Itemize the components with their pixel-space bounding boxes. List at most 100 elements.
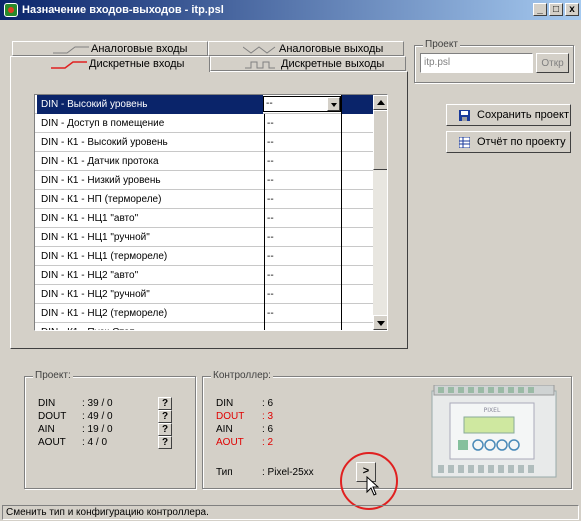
list-item-extra	[341, 152, 373, 171]
project-stat-key: DIN	[38, 398, 56, 409]
project-report-button[interactable]: Отчёт по проекту	[446, 131, 571, 153]
list-item[interactable]: DIN - Высокий уровень --	[35, 95, 373, 114]
help-button[interactable]: ?	[158, 397, 172, 410]
list-item[interactable]: DIN - К1 - НЦ1 "ручной" --	[35, 228, 373, 247]
list-item-value[interactable]: --	[264, 171, 340, 190]
tab-label: Дискретные входы	[89, 58, 185, 70]
list-item[interactable]: DIN - К1 - НЦ1 "авто" --	[35, 209, 373, 228]
report-table-icon	[459, 137, 470, 148]
list-item-name: DIN - К1 - Высокий уровень	[41, 137, 168, 148]
project-stat-value: : 19 / 0	[82, 424, 113, 435]
combobox-value: --	[266, 98, 273, 109]
list-item-extra	[341, 95, 373, 114]
highlight-circle	[340, 452, 398, 510]
list-item-value[interactable]	[264, 323, 340, 330]
project-stat-key: AOUT	[38, 437, 66, 448]
controller-stat-key: AOUT	[216, 437, 244, 448]
tab-analog-inputs[interactable]: Аналоговые входы	[12, 41, 208, 56]
app-icon	[4, 3, 18, 17]
tab-label: Аналоговые входы	[91, 43, 188, 55]
analog-wave-icon	[243, 46, 276, 54]
help-button[interactable]: ?	[158, 410, 172, 423]
list-item-value[interactable]: --	[264, 266, 340, 285]
list-item[interactable]: DIN - К1 - НЦ2 "ручной" --	[35, 285, 373, 304]
list-item-name: DIN - К1 - Пуск-Стоп	[37, 323, 263, 330]
project-file-input[interactable]: itp.psl	[420, 53, 533, 73]
scroll-thumb[interactable]	[373, 110, 387, 170]
tab-analog-outputs[interactable]: Аналоговые выходы	[208, 41, 404, 56]
maximize-button[interactable]: □	[549, 3, 563, 16]
project-stats-label: Проект:	[33, 370, 73, 381]
list-item-extra	[341, 209, 373, 228]
scroll-down-button[interactable]	[373, 315, 387, 330]
project-stat-value: : 4 / 0	[82, 437, 108, 448]
list-item[interactable]: DIN - К1 - Пуск-Стоп	[35, 323, 373, 330]
list-item[interactable]: DIN - К1 - НП (термореле) --	[35, 190, 373, 209]
project-stat-value: : 39 / 0	[82, 398, 113, 409]
scroll-up-button[interactable]	[373, 95, 387, 110]
list-item[interactable]: DIN - К1 - НЦ2 (термореле) --	[35, 304, 373, 323]
window-controls: _ □ x	[533, 3, 579, 16]
window-title: Назначение входов-выходов - itp.psl	[22, 4, 224, 16]
list-item-name: DIN - К1 - НЦ1 "ручной"	[41, 232, 150, 243]
list-item[interactable]: DIN - К1 - Высокий уровень --	[35, 133, 373, 152]
list-item-value[interactable]: --	[264, 152, 340, 171]
value-combobox[interactable]: --	[263, 96, 341, 112]
list-item-extra	[341, 190, 373, 209]
list-item-name: DIN - К1 - НЦ2 "авто"	[41, 270, 139, 281]
controller-type-label: Тип	[216, 467, 233, 478]
help-button[interactable]: ?	[158, 436, 172, 449]
list-item-value[interactable]: --	[264, 304, 340, 323]
list-item-extra	[341, 285, 373, 304]
list-item-name: DIN - Доступ в помещение	[41, 118, 165, 129]
list-item[interactable]: DIN - Доступ в помещение --	[35, 114, 373, 133]
save-project-button[interactable]: Сохранить проект	[446, 104, 571, 126]
list-item-value[interactable]: --	[264, 133, 340, 152]
list-item-extra	[341, 247, 373, 266]
list-item-value[interactable]: --	[264, 209, 340, 228]
minimize-button[interactable]: _	[533, 3, 547, 16]
open-project-button[interactable]: Откр	[536, 53, 569, 73]
list-item-name: DIN - К1 - Низкий уровень	[41, 175, 161, 186]
list-item-extra	[341, 304, 373, 323]
title-bar[interactable]: Назначение входов-выходов - itp.psl _ □ …	[0, 0, 581, 20]
close-button[interactable]: x	[565, 3, 579, 16]
signal-list[interactable]: DIN - Высокий уровень -- DIN - Доступ в по…	[34, 94, 388, 331]
controller-stat-value: : 3	[262, 411, 274, 422]
tab-label: Дискретные выходы	[281, 58, 385, 70]
list-item-value[interactable]: --	[264, 285, 340, 304]
app-window: Назначение входов-выходов - itp.psl _ □ …	[0, 0, 581, 521]
list-item-name: DIN - К1 - НЦ1 "авто"	[41, 213, 139, 224]
list-item-name: DIN - К1 - НП (термореле)	[41, 194, 162, 205]
controller-device-image: PIXEL	[431, 385, 557, 478]
chevron-down-icon[interactable]	[327, 97, 340, 111]
list-item-name: DIN - К1 - НЦ1 (термореле)	[41, 251, 168, 262]
list-item-value[interactable]: --	[264, 247, 340, 266]
controller-stat-key: DOUT	[216, 411, 245, 422]
list-item-name: DIN - К1 - Датчик протока	[41, 156, 159, 167]
help-button[interactable]: ?	[158, 423, 172, 436]
list-item[interactable]: DIN - К1 - НЦ1 (термореле) --	[35, 247, 373, 266]
list-item[interactable]: DIN - К1 - Датчик протока --	[35, 152, 373, 171]
save-project-label: Сохранить проект	[477, 109, 570, 121]
project-stat-value: : 49 / 0	[82, 411, 113, 422]
project-stat-key: DOUT	[38, 411, 67, 422]
list-item-extra	[341, 114, 373, 133]
list-item-name: DIN - К1 - НЦ2 "ручной"	[41, 289, 150, 300]
list-scrollbar[interactable]	[373, 95, 387, 330]
list-item-value[interactable]: --	[264, 114, 340, 133]
device-brand-label: PIXEL	[484, 407, 501, 414]
controller-stat-key: DIN	[216, 398, 234, 409]
tab-discrete-outputs[interactable]: Дискретные выходы	[210, 56, 406, 71]
list-item-extra	[341, 171, 373, 190]
list-item-value[interactable]: --	[264, 228, 340, 247]
list-item-name: DIN - Высокий уровень	[37, 95, 263, 114]
floppy-disk-icon	[459, 110, 470, 121]
list-item-value[interactable]: --	[264, 190, 340, 209]
list-item-extra	[341, 133, 373, 152]
list-item[interactable]: DIN - К1 - НЦ2 "авто" --	[35, 266, 373, 285]
list-item-extra	[341, 228, 373, 247]
tab-discrete-inputs[interactable]: Дискретные входы	[10, 56, 210, 72]
list-item[interactable]: DIN - К1 - Низкий уровень --	[35, 171, 373, 190]
list-item-extra	[341, 266, 373, 285]
